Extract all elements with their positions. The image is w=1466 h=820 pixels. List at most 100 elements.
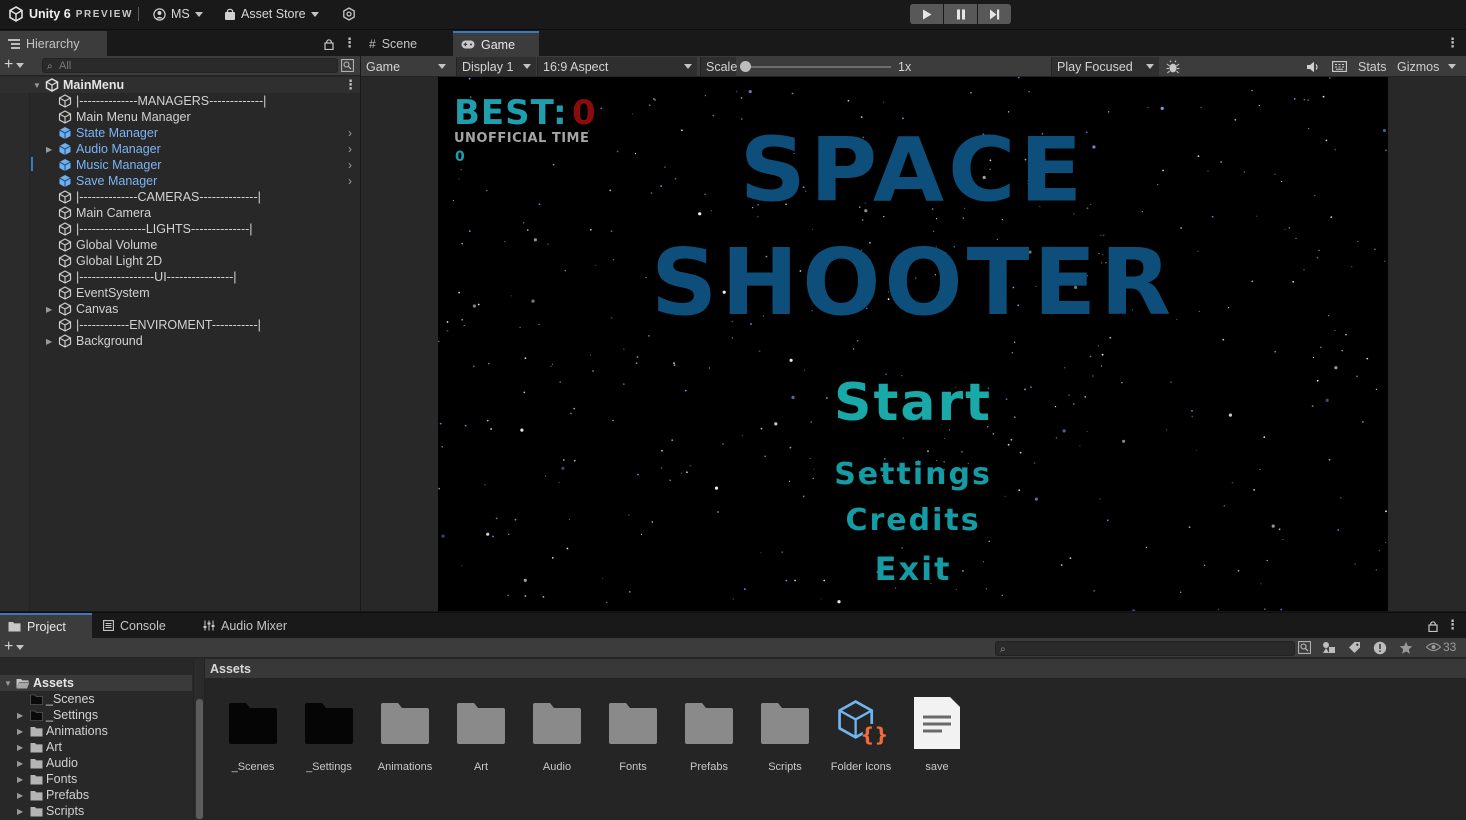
foldout-closed-icon[interactable]: ▶ bbox=[46, 145, 52, 154]
step-button[interactable] bbox=[978, 4, 1011, 24]
tab-console[interactable]: Console bbox=[95, 613, 190, 638]
tab-audio-mixer[interactable]: Audio Mixer bbox=[195, 613, 305, 638]
foldout-closed-icon[interactable]: ▶ bbox=[17, 791, 23, 800]
asset-item[interactable]: save bbox=[902, 697, 972, 787]
scene-menu-icon[interactable]: ⋮ bbox=[344, 77, 357, 93]
hierarchy-item[interactable]: Save Manager › bbox=[0, 173, 360, 189]
stats-button[interactable]: Stats bbox=[1358, 57, 1387, 76]
pause-button[interactable] bbox=[944, 4, 977, 24]
game-viewport[interactable]: BEST: 0 UNOFFICIAL TIME 0 SPACE SHOOTER … bbox=[438, 77, 1388, 611]
tree-item-folder[interactable]: ▶ Scripts bbox=[0, 803, 192, 819]
foldout-open-icon[interactable]: ▼ bbox=[33, 81, 41, 90]
play-button[interactable] bbox=[910, 4, 943, 24]
hierarchy-item[interactable]: EventSystem bbox=[0, 285, 360, 301]
hierarchy-item[interactable]: |------------ENVIROMENT-----------| bbox=[0, 317, 360, 333]
open-prefab-chevron-icon[interactable]: › bbox=[348, 174, 352, 188]
filter-by-type-icon[interactable] bbox=[1322, 641, 1336, 654]
foldout-closed-icon[interactable]: ▶ bbox=[17, 807, 23, 816]
tree-item-folder[interactable]: ▶ Art bbox=[0, 739, 192, 755]
shortcuts-button[interactable] bbox=[1332, 57, 1347, 76]
search-by-type-icon[interactable] bbox=[1298, 641, 1311, 654]
hierarchy-item[interactable]: ▶ Background bbox=[0, 333, 360, 349]
scale-slider-handle[interactable] bbox=[740, 61, 751, 72]
frame-debugger-button[interactable] bbox=[1166, 57, 1180, 76]
scene-root-mainmenu[interactable]: ▼ MainMenu ⋮ bbox=[0, 77, 360, 93]
tab-project[interactable]: Project bbox=[0, 613, 92, 638]
lock-icon[interactable] bbox=[1428, 620, 1438, 632]
asset-item[interactable]: Art bbox=[446, 697, 516, 787]
hierarchy-item[interactable]: |------------------UI----------------| bbox=[0, 269, 360, 285]
hierarchy-item[interactable]: |--------------CAMERAS--------------| bbox=[0, 189, 360, 205]
tree-item-folder[interactable]: ▶ Audio bbox=[0, 755, 192, 771]
asset-item[interactable]: Scripts bbox=[750, 697, 820, 787]
open-prefab-chevron-icon[interactable]: › bbox=[348, 158, 352, 172]
account-dropdown[interactable]: MS bbox=[153, 0, 203, 28]
view-mode-dropdown[interactable]: Game bbox=[361, 57, 451, 76]
hierarchy-item[interactable]: Music Manager › bbox=[0, 157, 360, 173]
scale-slider-track[interactable] bbox=[745, 66, 891, 68]
game-menu-start[interactable]: Start bbox=[438, 373, 1388, 433]
foldout-closed-icon[interactable]: ▶ bbox=[17, 711, 23, 720]
game-panel-menu-icon[interactable]: ⋮ bbox=[1446, 35, 1459, 51]
foldout-open-icon[interactable]: ▼ bbox=[4, 679, 12, 688]
lock-icon[interactable] bbox=[324, 38, 334, 50]
hierarchy-menu-icon[interactable]: ⋮ bbox=[343, 35, 356, 51]
game-menu-credits[interactable]: Credits bbox=[438, 503, 1388, 538]
asset-item[interactable]: _Scenes bbox=[218, 697, 288, 787]
tree-item-assets[interactable]: ▼ Assets bbox=[0, 675, 192, 691]
hierarchy-item[interactable]: State Manager › bbox=[0, 125, 360, 141]
scrollbar-thumb[interactable] bbox=[196, 699, 203, 819]
asset-item[interactable]: Prefabs bbox=[674, 697, 744, 787]
hierarchy-item[interactable]: Main Camera bbox=[0, 205, 360, 221]
cloud-services-button[interactable] bbox=[342, 0, 356, 28]
play-mode-dropdown[interactable]: Play Focused bbox=[1051, 57, 1159, 76]
asset-item[interactable]: Animations bbox=[370, 697, 440, 787]
search-by-type-icon[interactable] bbox=[341, 59, 354, 72]
aspect-dropdown[interactable]: 16:9 Aspect bbox=[537, 57, 697, 76]
hidden-packages-toggle[interactable]: 33 bbox=[1426, 640, 1456, 654]
asset-item[interactable]: {} Folder Icons bbox=[826, 697, 896, 787]
tree-scrollbar[interactable] bbox=[193, 659, 205, 820]
asset-item[interactable]: Audio bbox=[522, 697, 592, 787]
asset-item[interactable]: Fonts bbox=[598, 697, 668, 787]
tree-item-folder[interactable]: _Scenes bbox=[0, 691, 192, 707]
project-search-input[interactable]: ⌕ bbox=[995, 641, 1295, 656]
hierarchy-item[interactable]: |--------------MANAGERS-------------| bbox=[0, 93, 360, 109]
hierarchy-item[interactable]: ▶ Audio Manager › bbox=[0, 141, 360, 157]
open-prefab-chevron-icon[interactable]: › bbox=[348, 126, 352, 140]
hierarchy-item[interactable]: Main Menu Manager bbox=[0, 109, 360, 125]
hierarchy-search-input[interactable]: ⌕ All bbox=[42, 58, 338, 73]
tab-scene[interactable]: # Scene bbox=[361, 31, 451, 56]
display-dropdown[interactable]: Display 1 bbox=[456, 57, 536, 76]
tree-item-folder[interactable]: ▶ Fonts bbox=[0, 771, 192, 787]
warning-icon[interactable] bbox=[1373, 641, 1387, 655]
label-tag-icon[interactable] bbox=[1348, 641, 1361, 654]
foldout-closed-icon[interactable]: ▶ bbox=[17, 775, 23, 784]
hierarchy-item[interactable]: ▶ Canvas bbox=[0, 301, 360, 317]
project-menu-icon[interactable]: ⋮ bbox=[1446, 617, 1459, 633]
foldout-closed-icon[interactable]: ▶ bbox=[46, 337, 52, 346]
tree-item-folder[interactable]: ▶ _Settings bbox=[0, 707, 192, 723]
tab-game[interactable]: Game bbox=[453, 31, 539, 56]
asset-store-dropdown[interactable]: Asset Store bbox=[224, 0, 319, 28]
game-menu-exit[interactable]: Exit bbox=[438, 550, 1388, 588]
project-create-dropdown[interactable]: + bbox=[4, 639, 25, 655]
hierarchy-item[interactable]: Global Volume bbox=[0, 237, 360, 253]
foldout-closed-icon[interactable]: ▶ bbox=[46, 305, 52, 314]
tree-item-folder[interactable]: ▶ Prefabs bbox=[0, 787, 192, 803]
star-icon[interactable] bbox=[1399, 641, 1413, 655]
gizmos-dropdown[interactable]: Gizmos bbox=[1397, 57, 1457, 76]
foldout-closed-icon[interactable]: ▶ bbox=[17, 727, 23, 736]
unity-brand[interactable]: Unity 6 PREVIEW bbox=[8, 0, 133, 28]
game-menu-settings[interactable]: Settings bbox=[438, 457, 1388, 492]
tab-hierarchy[interactable]: Hierarchy bbox=[0, 31, 107, 56]
foldout-closed-icon[interactable]: ▶ bbox=[17, 743, 23, 752]
create-dropdown[interactable]: + bbox=[4, 57, 25, 73]
mute-audio-button[interactable] bbox=[1306, 57, 1320, 76]
asset-item[interactable]: _Settings bbox=[294, 697, 364, 787]
foldout-closed-icon[interactable]: ▶ bbox=[17, 759, 23, 768]
breadcrumb-assets[interactable]: Assets bbox=[210, 662, 251, 676]
open-prefab-chevron-icon[interactable]: › bbox=[348, 142, 352, 156]
tree-item-folder[interactable]: ▶ Animations bbox=[0, 723, 192, 739]
hierarchy-item[interactable]: Global Light 2D bbox=[0, 253, 360, 269]
